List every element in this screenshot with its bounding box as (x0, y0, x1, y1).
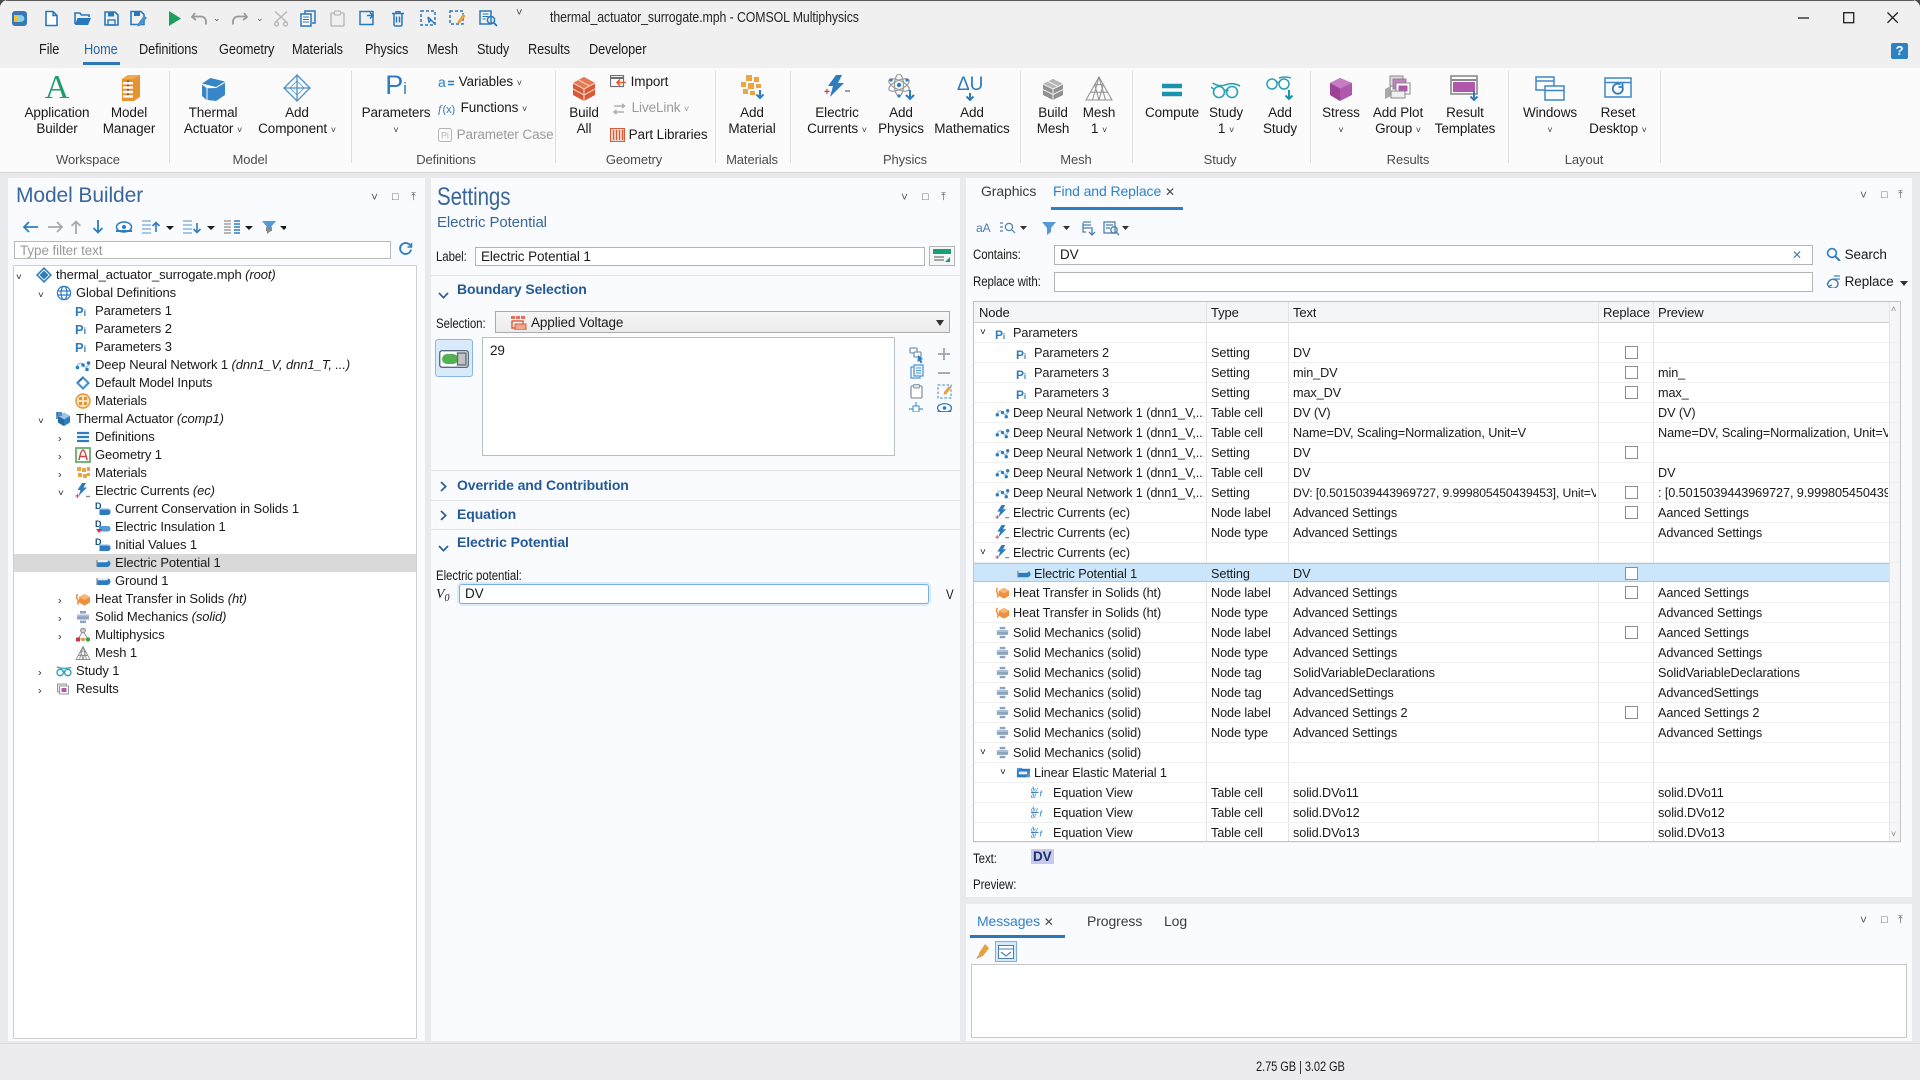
svg-text:aA: aA (976, 221, 991, 235)
svg-text:Pi: Pi (441, 131, 449, 141)
svg-text:∂t: ∂t (1031, 793, 1037, 800)
svg-text:+: + (995, 553, 1000, 560)
svg-text:+: + (75, 492, 80, 500)
svg-text:∂t: ∂t (1031, 813, 1037, 820)
svg-text:f: f (1039, 788, 1043, 798)
svg-text:+: + (824, 87, 830, 98)
svg-text:ΔU: ΔU (957, 74, 983, 95)
svg-text:∂t: ∂t (1031, 833, 1037, 840)
svg-text:a: a (438, 76, 446, 89)
svg-text:+: + (995, 513, 1000, 520)
svg-text:(x): (x) (443, 104, 456, 115)
svg-text:f: f (1039, 808, 1043, 818)
svg-text:f: f (1039, 828, 1043, 838)
svg-text:+: + (995, 533, 1000, 540)
